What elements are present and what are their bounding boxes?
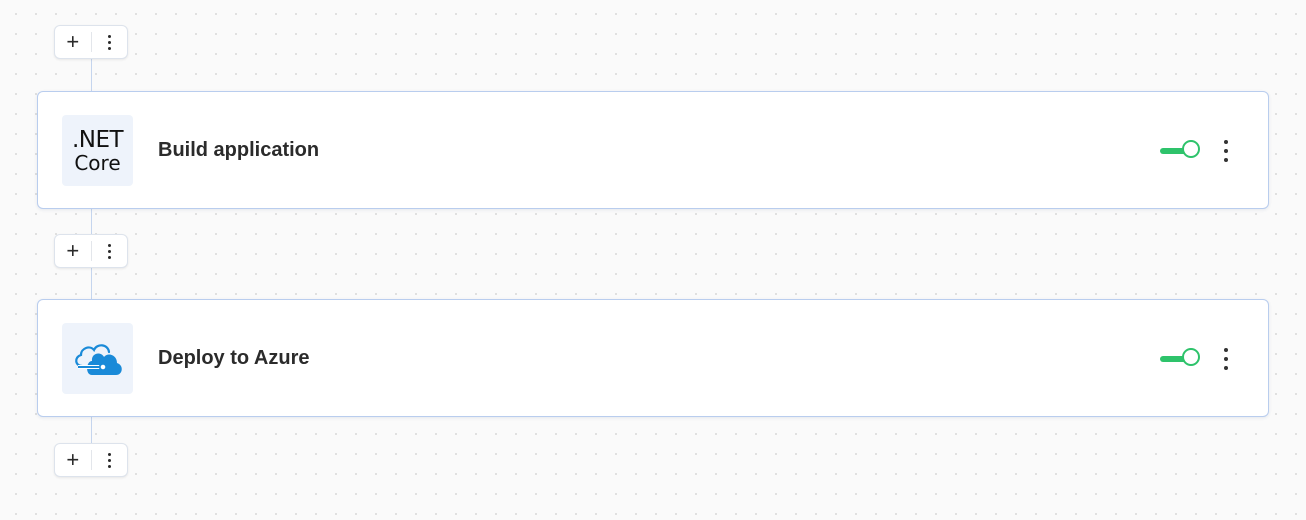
azure-cloud-icon	[62, 323, 133, 394]
connector-line	[91, 268, 92, 300]
step-title: Deploy to Azure	[158, 346, 310, 369]
insert-step-control: +	[54, 234, 128, 268]
insert-options-button[interactable]	[91, 235, 127, 267]
connector-line	[91, 58, 92, 92]
connector-line	[91, 208, 92, 234]
dotnet-core-logo: .NET Core	[71, 126, 124, 175]
step-more-button[interactable]	[1214, 344, 1238, 374]
step-enabled-toggle[interactable]	[1160, 348, 1204, 370]
step-enabled-toggle[interactable]	[1160, 140, 1204, 162]
step-card-build-application[interactable]: .NET Core Build application	[37, 91, 1269, 209]
connector-line	[91, 416, 92, 443]
more-vertical-icon	[1224, 140, 1228, 162]
more-vertical-icon	[1224, 348, 1228, 370]
insert-options-button[interactable]	[91, 444, 127, 476]
step-title: Build application	[158, 138, 320, 161]
step-more-button[interactable]	[1214, 136, 1238, 166]
azure-cloud-graphic	[74, 343, 122, 375]
more-vertical-icon	[107, 452, 111, 468]
insert-step-control: +	[54, 443, 128, 477]
logo-text-line2: Core	[74, 150, 121, 175]
add-step-button[interactable]: +	[55, 26, 91, 58]
toggle-knob	[1182, 348, 1200, 366]
insert-step-control: +	[54, 25, 128, 59]
add-step-button[interactable]: +	[55, 444, 91, 476]
logo-text-line1: .NET	[71, 126, 124, 153]
step-card-deploy-to-azure[interactable]: Deploy to Azure	[37, 299, 1269, 417]
more-vertical-icon	[107, 34, 111, 50]
toggle-knob	[1182, 140, 1200, 158]
dotnet-core-logo-icon: .NET Core	[62, 115, 133, 186]
add-step-button[interactable]: +	[55, 235, 91, 267]
insert-options-button[interactable]	[91, 26, 127, 58]
more-vertical-icon	[107, 243, 111, 259]
